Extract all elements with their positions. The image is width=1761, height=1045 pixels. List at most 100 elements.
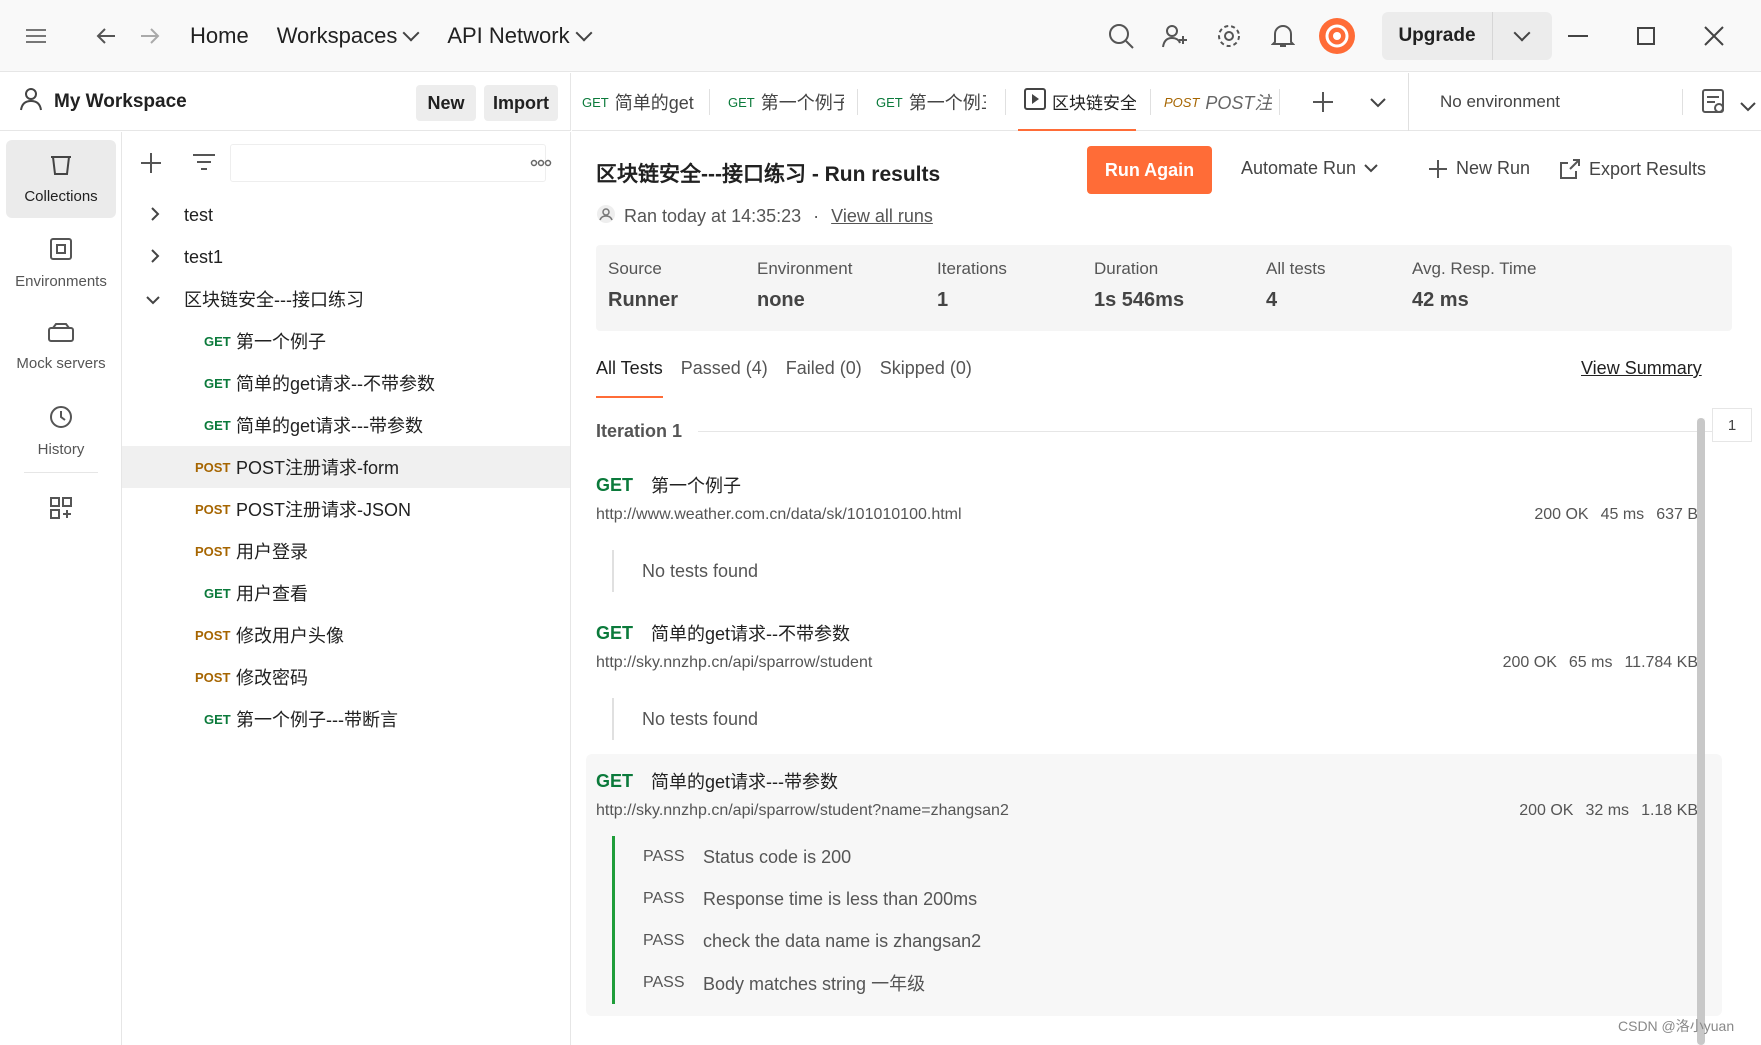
test-status: PASS bbox=[643, 890, 685, 907]
tab-request[interactable]: GET 第一个例三 bbox=[876, 73, 986, 131]
environment-quick-look-icon[interactable] bbox=[1702, 89, 1726, 120]
response-time: 45 ms bbox=[1600, 506, 1645, 523]
minimize-window-icon[interactable] bbox=[1556, 14, 1600, 58]
search-input[interactable] bbox=[230, 144, 546, 182]
view-summary-link[interactable]: View Summary bbox=[1581, 358, 1702, 379]
tree-request-row[interactable]: POST 修改用户头像 bbox=[122, 614, 570, 656]
close-window-icon[interactable] bbox=[1692, 14, 1736, 58]
collections-trash-icon bbox=[49, 154, 73, 180]
request-result[interactable]: GET 简单的get请求--不带参数 http://sky.nnzhp.cn/a… bbox=[586, 606, 1722, 742]
menu-icon[interactable] bbox=[14, 14, 58, 58]
no-tests-message: No tests found bbox=[642, 560, 759, 581]
page-title: 区块链安全---接口练习 - Run results bbox=[596, 163, 941, 186]
tree-row-label: test1 bbox=[184, 246, 224, 267]
test-row: PASS Response time is less than 200ms bbox=[643, 878, 981, 920]
tab-passed[interactable]: Passed (4) bbox=[681, 358, 768, 398]
more-options-icon[interactable] bbox=[530, 152, 552, 179]
tab-skipped[interactable]: Skipped (0) bbox=[880, 358, 972, 398]
run-again-button[interactable]: Run Again bbox=[1087, 146, 1212, 194]
stat-duration: Duration 1s 546ms bbox=[1094, 259, 1184, 312]
tree-request-row[interactable]: GET 简单的get请求---带参数 bbox=[122, 404, 570, 446]
sidebar-item-environments[interactable]: Environments bbox=[6, 224, 116, 302]
stat-iterations: Iterations 1 bbox=[937, 259, 1007, 312]
nav-workspaces[interactable]: Workspaces bbox=[276, 22, 420, 49]
tree-request-row[interactable]: POST POST注册请求-form bbox=[122, 446, 570, 488]
response-size: 637 B bbox=[1656, 506, 1698, 523]
tree-request-row[interactable]: GET 用户查看 bbox=[122, 572, 570, 614]
nav-home[interactable]: Home bbox=[190, 23, 249, 49]
test-status: PASS bbox=[643, 974, 685, 991]
request-result[interactable]: GET 第一个例子 http://www.weather.com.cn/data… bbox=[586, 458, 1722, 594]
tab-request[interactable]: POST POST注册 bbox=[1164, 73, 1272, 131]
test-results: No tests found bbox=[612, 550, 758, 592]
tab-failed[interactable]: Failed (0) bbox=[786, 358, 862, 398]
tab-request[interactable]: GET 第一个例子 bbox=[728, 73, 844, 131]
sidebar-item-collections[interactable]: Collections bbox=[6, 140, 116, 218]
tabs-dropdown-icon[interactable] bbox=[1370, 95, 1386, 113]
request-result[interactable]: GET 简单的get请求---带参数 http://sky.nnzhp.cn/a… bbox=[586, 754, 1722, 1016]
nav-workspaces-label: Workspaces bbox=[276, 22, 398, 48]
tree-request-row[interactable]: POST 修改密码 bbox=[122, 656, 570, 698]
back-arrow-icon[interactable] bbox=[84, 14, 128, 58]
tab-all-tests[interactable]: All Tests bbox=[596, 358, 663, 398]
forward-arrow-icon[interactable] bbox=[128, 14, 172, 58]
settings-gear-icon[interactable] bbox=[1207, 14, 1251, 58]
tree-request-row[interactable]: GET 简单的get请求--不带参数 bbox=[122, 362, 570, 404]
run-stats: Source Runner Environment none Iteration… bbox=[596, 245, 1732, 331]
new-run-button[interactable]: New Run bbox=[1428, 158, 1530, 179]
response-status: 200 OK bbox=[1519, 802, 1574, 819]
sidebar-item-configure[interactable] bbox=[6, 480, 116, 540]
tree-request-row[interactable]: POST 用户登录 bbox=[122, 530, 570, 572]
tree-collection-test[interactable]: test bbox=[122, 194, 570, 236]
iteration-number-tab[interactable]: 1 bbox=[1712, 408, 1752, 442]
stat-value: Runner bbox=[608, 289, 678, 311]
export-results-button[interactable]: Export Results bbox=[1559, 158, 1706, 180]
view-all-runs-link[interactable]: View all runs bbox=[831, 206, 933, 227]
collection-tree: test test1 区块链安全---接口练习 GET 第一个例子 GET 简单… bbox=[122, 132, 571, 1045]
tab-divider bbox=[1005, 89, 1006, 115]
tree-collection-test1[interactable]: test1 bbox=[122, 236, 570, 278]
tree-row-label: 第一个例子 bbox=[236, 332, 326, 352]
automate-run-button[interactable]: Automate Run bbox=[1241, 158, 1378, 179]
avatar[interactable] bbox=[1315, 14, 1359, 58]
tab-divider bbox=[1150, 89, 1151, 115]
sidebar-item-mock-servers[interactable]: Mock servers bbox=[6, 308, 116, 386]
tree-request-row[interactable]: GET 第一个例子---带断言 bbox=[122, 698, 570, 740]
tab-request[interactable]: GET 简单的get bbox=[582, 73, 702, 131]
upgrade-dropdown-icon[interactable] bbox=[1493, 24, 1551, 42]
tab-runner-results[interactable]: 区块链安全 bbox=[1018, 73, 1136, 131]
iteration-header: Iteration 1 bbox=[596, 418, 1716, 444]
nav-api-network[interactable]: API Network bbox=[447, 22, 593, 49]
filter-icon[interactable] bbox=[192, 152, 216, 177]
stat-value: 1s 546ms bbox=[1094, 289, 1185, 311]
upgrade-button[interactable]: Upgrade bbox=[1382, 12, 1552, 60]
app-window: Home Workspaces API Network Upgrade My W… bbox=[0, 0, 1761, 1045]
mock-server-icon bbox=[48, 322, 74, 347]
tree-collection-blockchain[interactable]: 区块链安全---接口练习 bbox=[122, 278, 570, 320]
chevron-down-icon bbox=[1364, 164, 1378, 173]
maximize-window-icon[interactable] bbox=[1624, 14, 1668, 58]
method-badge: GET bbox=[876, 94, 903, 110]
run-meta: Ran today at 14:35:23 · View all runs bbox=[596, 204, 933, 229]
tree-request-row[interactable]: POST POST注册请求-JSON bbox=[122, 488, 570, 530]
scrollbar-thumb[interactable] bbox=[1697, 418, 1705, 1045]
notification-bell-icon[interactable] bbox=[1261, 14, 1305, 58]
tab-divider bbox=[709, 89, 710, 115]
new-tab-plus-icon[interactable] bbox=[1312, 91, 1334, 118]
tree-request-row[interactable]: GET 第一个例子 bbox=[122, 320, 570, 362]
test-row: PASS check the data name is zhangsan2 bbox=[643, 920, 981, 962]
tab-bar: GET 简单的get GET 第一个例子 GET 第一个例三 区块链安全 POS… bbox=[572, 73, 1761, 131]
search-icon[interactable] bbox=[1099, 14, 1143, 58]
new-button[interactable]: New bbox=[416, 85, 476, 121]
invite-user-icon[interactable] bbox=[1153, 14, 1197, 58]
sidebar-item-history[interactable]: History bbox=[6, 392, 116, 470]
response-size: 1.18 KB bbox=[1641, 802, 1698, 819]
sidebar-item-label: History bbox=[37, 440, 85, 458]
stat-source: Source Runner bbox=[608, 259, 678, 312]
no-tests-message: No tests found bbox=[642, 708, 759, 729]
import-button[interactable]: Import bbox=[484, 85, 558, 121]
response-meta: 200 OK 32 ms 1.18 KB bbox=[1519, 802, 1698, 820]
nav-api-network-label: API Network bbox=[447, 22, 570, 48]
plus-icon[interactable] bbox=[140, 152, 162, 179]
ran-time: Ran today at 14:35:23 bbox=[624, 206, 802, 226]
